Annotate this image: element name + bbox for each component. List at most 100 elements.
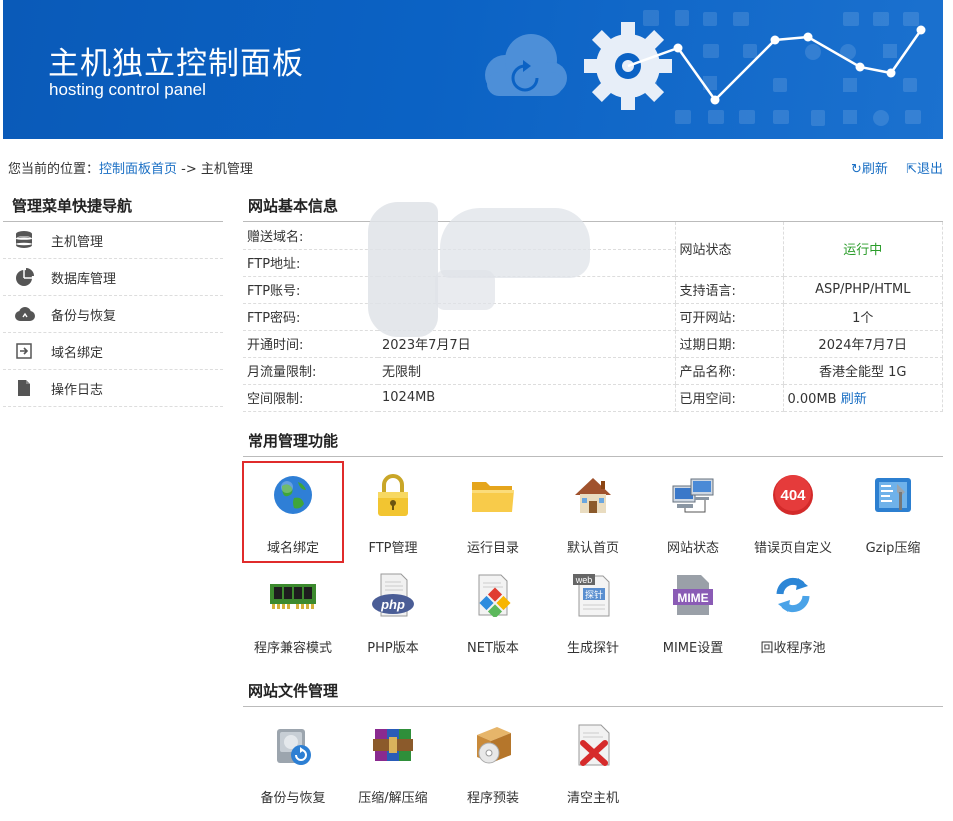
sidebar-item-label: 备份与恢复	[51, 308, 117, 324]
delete-file-icon	[568, 720, 618, 770]
network-computers-icon	[668, 470, 718, 520]
php-badge: php	[380, 597, 405, 612]
tile-site-status[interactable]: 网站状态	[643, 462, 743, 562]
tile-label: 生成探针	[566, 641, 619, 656]
info-key: 开通时间:	[243, 330, 378, 358]
tile-backup-restore[interactable]: 备份与恢复	[243, 712, 343, 812]
sidebar-item-database[interactable]: 数据库管理	[3, 259, 223, 296]
common-functions-divider	[243, 456, 943, 457]
tile-program-preinstall[interactable]: 程序预装	[443, 712, 543, 812]
pie-chart-icon	[12, 267, 36, 287]
info-key: FTP地址:	[243, 249, 378, 277]
breadcrumb-current: 主机管理	[200, 162, 253, 177]
banner-title: 主机独立控制面板	[48, 46, 304, 82]
cloud-icon	[12, 304, 36, 324]
refresh-label: 刷新	[861, 162, 888, 177]
info-key: 月流量限制:	[243, 357, 378, 385]
tile-generate-probe[interactable]: web 探针 生成探针	[543, 562, 643, 662]
logout-icon: ⇱	[906, 162, 917, 177]
sidebar-item-label: 域名绑定	[51, 345, 104, 361]
breadcrumb: 您当前的位置：控制面板首页 -> 主机管理	[8, 158, 253, 177]
sidebar-item-backup[interactable]: 备份与恢复	[3, 296, 223, 333]
logout-button[interactable]: ⇱退出	[906, 162, 943, 177]
login-arrow-icon	[12, 341, 36, 361]
gzip-compress-icon	[868, 470, 918, 520]
tile-php-version[interactable]: php PHP版本	[343, 562, 443, 662]
site-info-title: 网站基本信息	[248, 197, 339, 215]
tile-label: 网站状态	[666, 541, 719, 556]
tile-clear-host[interactable]: 清空主机	[543, 712, 643, 812]
tile-label: FTP管理	[368, 541, 418, 556]
sidebar-item-label: 数据库管理	[51, 271, 117, 287]
refresh-button[interactable]: ↻刷新	[851, 162, 888, 177]
database-icon	[12, 230, 36, 250]
tile-run-directory[interactable]: 运行目录	[443, 462, 543, 562]
info-key: FTP密码:	[243, 303, 378, 331]
tile-label: 清空主机	[566, 791, 619, 806]
sidebar-item-host-management[interactable]: 主机管理	[3, 222, 223, 259]
info-key-right: 已用空间:	[674, 384, 783, 412]
tile-label: 回收程序池	[760, 641, 826, 656]
tile-label: 程序预装	[466, 791, 519, 806]
info-value-right: 1个	[782, 303, 943, 331]
privacy-blur	[368, 202, 438, 337]
top-actions: ↻刷新 ⇱退出	[837, 158, 943, 177]
tile-label: MIME设置	[662, 641, 724, 656]
tile-recycle-pool[interactable]: 回收程序池	[743, 562, 843, 662]
mime-badge: MIME	[677, 591, 708, 605]
disk-backup-icon	[268, 720, 318, 770]
tile-domain-binding[interactable]: 域名绑定	[242, 461, 344, 563]
tile-label: 错误页自定义	[753, 541, 832, 556]
sidebar-item-operation-log[interactable]: 操作日志	[3, 370, 223, 407]
table-row: 开通时间: 2023年7月7日 过期日期: 2024年7月7日	[243, 330, 943, 358]
file-management-title: 网站文件管理	[248, 682, 339, 700]
net-file-icon	[468, 570, 518, 620]
tile-ftp-management[interactable]: FTP管理	[343, 462, 443, 562]
recycle-icon	[768, 570, 818, 620]
privacy-blur	[435, 270, 495, 310]
breadcrumb-separator: ->	[177, 162, 201, 177]
site-info-table: 赠送域名: 网站状态 运行中 FTP地址: FTP账号: 支持语言: ASP/P…	[243, 222, 943, 412]
tile-label: NET版本	[467, 641, 519, 656]
info-value: 无限制	[378, 357, 675, 385]
tile-mime-settings[interactable]: MIME MIME设置	[643, 562, 743, 662]
tile-compat-mode[interactable]: 程序兼容模式	[243, 562, 343, 662]
info-value: 1024MB	[378, 384, 675, 412]
tile-label: 备份与恢复	[260, 791, 326, 806]
file-management-divider	[243, 706, 943, 707]
logout-label: 退出	[916, 162, 943, 177]
table-row: 赠送域名: 网站状态 运行中	[243, 222, 943, 277]
info-value-right: ASP/PHP/HTML	[782, 276, 943, 304]
info-key: 空间限制:	[243, 384, 378, 412]
banner-subtitle: hosting control panel	[49, 80, 206, 99]
php-file-icon: php	[368, 570, 418, 620]
tile-default-homepage[interactable]: 默认首页	[543, 462, 643, 562]
error-404-icon: 404	[768, 470, 818, 520]
tile-compress-decompress[interactable]: 压缩/解压缩	[343, 712, 443, 812]
sidebar-title: 管理菜单快捷导航	[12, 197, 133, 215]
file-management-grid: 备份与恢复 压缩/解压缩 程序预装 清空主机	[243, 712, 943, 812]
sidebar-item-label: 操作日志	[51, 382, 104, 398]
tile-label: 默认首页	[566, 541, 619, 556]
info-key-right: 可开网站:	[674, 303, 783, 331]
web-badge: web	[575, 575, 593, 585]
folder-icon	[468, 470, 518, 520]
error-404-badge: 404	[780, 487, 806, 504]
table-row: 空间限制: 1024MB 已用空间: 0.00MB 刷新	[243, 384, 943, 412]
refresh-icon: ↻	[851, 162, 862, 177]
globe-icon	[268, 470, 318, 520]
sidebar-item-domain-binding[interactable]: 域名绑定	[3, 333, 223, 370]
common-functions-title: 常用管理功能	[248, 432, 339, 450]
document-icon	[12, 378, 36, 398]
tile-label: 域名绑定	[266, 541, 319, 556]
info-key-right: 网站状态	[674, 222, 783, 277]
tile-error-page[interactable]: 404 错误页自定义	[743, 462, 843, 562]
info-key: 赠送域名:	[243, 222, 378, 250]
tile-gzip[interactable]: Gzip压缩	[843, 462, 943, 562]
refresh-space-link[interactable]: 刷新	[841, 392, 867, 407]
privacy-blur	[440, 208, 590, 278]
tile-label: 运行目录	[466, 541, 519, 556]
info-key-right: 产品名称:	[674, 357, 783, 385]
breadcrumb-home-link[interactable]: 控制面板首页	[99, 162, 177, 177]
tile-net-version[interactable]: NET版本	[443, 562, 543, 662]
